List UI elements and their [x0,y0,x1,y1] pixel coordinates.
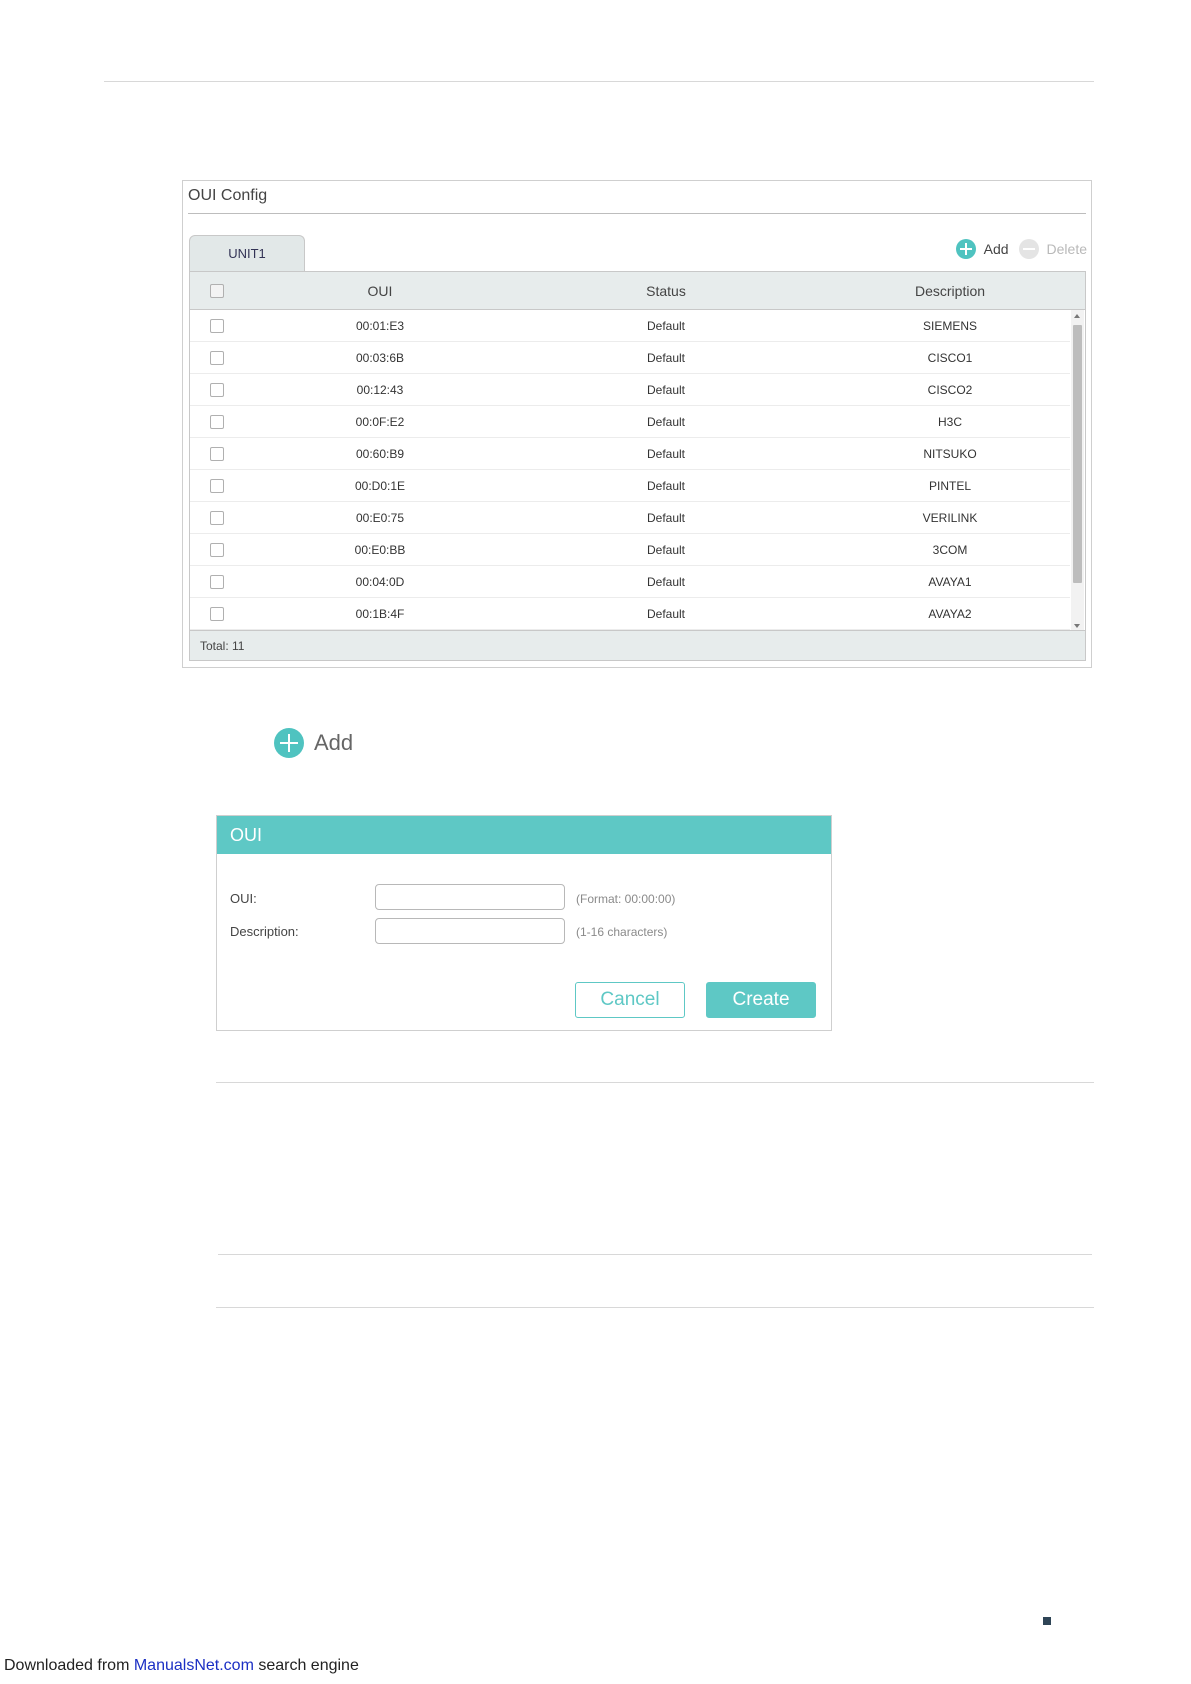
oui-input[interactable] [375,884,565,910]
row-checkbox[interactable] [210,319,224,333]
row-checkbox[interactable] [210,543,224,557]
table-row[interactable]: 00:D0:1E Default PINTEL [190,470,1070,502]
row-checkbox[interactable] [210,447,224,461]
column-header-oui[interactable]: OUI [290,283,470,299]
row-oui: 00:03:6B [355,351,405,365]
dialog-title: OUI [217,816,831,854]
table-row[interactable]: 00:1B:4F Default AVAYA2 [190,598,1070,630]
table-body: 00:01:E3 Default SIEMENS 00:03:6B Default CIS… [190,310,1070,632]
select-all-checkbox[interactable] [210,284,224,298]
row-checkbox[interactable] [210,607,224,621]
row-description: CISCO2 [927,383,973,397]
row-description: H3C [937,415,962,429]
table-scrollbar[interactable] [1071,310,1084,632]
row-status: Default [646,607,686,621]
row-status: Default [646,543,686,557]
oui-dialog: OUI OUI: (Format: 00:00:00) Description:… [216,815,832,1031]
row-status: Default [646,383,686,397]
oui-table: OUI Status Description 00:01:E3 Default SI… [189,271,1086,661]
download-footer: Downloaded from ManualsNet.com search en… [4,1657,359,1675]
row-description: AVAYA1 [928,575,972,589]
row-oui: 00:D0:1E [354,479,406,493]
page-marker [1043,1617,1051,1625]
oui-config-panel: OUI Config UNIT1 Add Delete OUI Status D… [182,180,1092,668]
total-count: Total: 11 [200,639,245,653]
delete-button-label: Delete [1046,241,1087,257]
add-button-large[interactable]: Add [274,728,353,758]
table-toolbar: Add Delete [955,237,1087,261]
row-status: Default [646,319,686,333]
row-status: Default [646,511,686,525]
panel-title: OUI Config [188,187,268,204]
top-divider [104,81,1094,82]
row-description: CISCO1 [927,351,973,365]
row-status: Default [646,575,686,589]
add-button-large-label: Add [314,730,354,755]
table-row[interactable]: 00:60:B9 Default NITSUKO [190,438,1070,470]
row-checkbox[interactable] [210,575,224,589]
row-oui: 00:0F:E2 [355,415,405,429]
table-row[interactable]: 00:12:43 Default CISCO2 [190,374,1070,406]
oui-format-hint: (Format: 00:00:00) [576,892,676,906]
create-button[interactable]: Create [706,982,816,1018]
add-button-label: Add [983,241,1009,257]
row-description: VERILINK [922,511,978,525]
minus-circle-icon [1018,239,1039,259]
row-description: PINTEL [928,479,971,493]
plus-circle-icon [274,728,304,758]
cancel-button[interactable]: Cancel [575,982,685,1018]
description-length-hint: (1-16 characters) [576,925,668,939]
row-description: 3COM [932,543,968,557]
column-header-description[interactable]: Description [840,283,1060,299]
row-oui: 00:04:0D [355,575,405,589]
row-oui: 00:01:E3 [355,319,405,333]
plus-circle-icon [955,239,976,259]
row-checkbox[interactable] [210,383,224,397]
row-description: NITSUKO [923,447,977,461]
row-checkbox[interactable] [210,479,224,493]
tab-unit1[interactable]: UNIT1 [189,235,305,271]
row-checkbox[interactable] [210,351,224,365]
footer-suffix: search engine [253,1657,359,1674]
row-status: Default [646,479,686,493]
table-header: OUI Status Description [190,272,1085,310]
row-oui: 00:12:43 [356,383,404,397]
row-status: Default [646,447,686,461]
row-status: Default [646,415,686,429]
description-input[interactable] [375,918,565,944]
section-divider [216,1082,1094,1083]
oui-field-label: OUI: [230,891,257,906]
row-checkbox[interactable] [210,511,224,525]
scroll-down-arrow-icon[interactable] [1074,624,1080,628]
table-row[interactable]: 00:E0:BB Default 3COM [190,534,1070,566]
panel-title-divider [188,213,1086,214]
row-oui: 00:60:B9 [355,447,405,461]
table-row[interactable]: 00:0F:E2 Default H3C [190,406,1070,438]
row-description: SIEMENS [922,319,977,333]
column-header-status[interactable]: Status [566,283,766,299]
section-divider [216,1307,1094,1308]
row-oui: 00:E0:75 [355,511,405,525]
scroll-up-arrow-icon[interactable] [1074,314,1080,318]
row-oui: 00:E0:BB [354,543,406,557]
description-field-label: Description: [230,924,299,939]
table-row[interactable]: 00:03:6B Default CISCO1 [190,342,1070,374]
section-divider [218,1254,1092,1255]
table-row[interactable]: 00:E0:75 Default VERILINK [190,502,1070,534]
table-row[interactable]: 00:04:0D Default AVAYA1 [190,566,1070,598]
row-oui: 00:1B:4F [355,607,405,621]
table-footer: Total: 11 [190,630,1085,660]
footer-prefix: Downloaded from [4,1657,134,1674]
row-checkbox[interactable] [210,415,224,429]
delete-button[interactable]: Delete [1018,239,1087,259]
scrollbar-thumb[interactable] [1073,325,1082,583]
row-description: AVAYA2 [928,607,972,621]
add-button[interactable]: Add [955,239,1009,259]
manualsnet-link[interactable]: ManualsNet.com [134,1657,254,1674]
table-row[interactable]: 00:01:E3 Default SIEMENS [190,310,1070,342]
row-status: Default [646,351,686,365]
